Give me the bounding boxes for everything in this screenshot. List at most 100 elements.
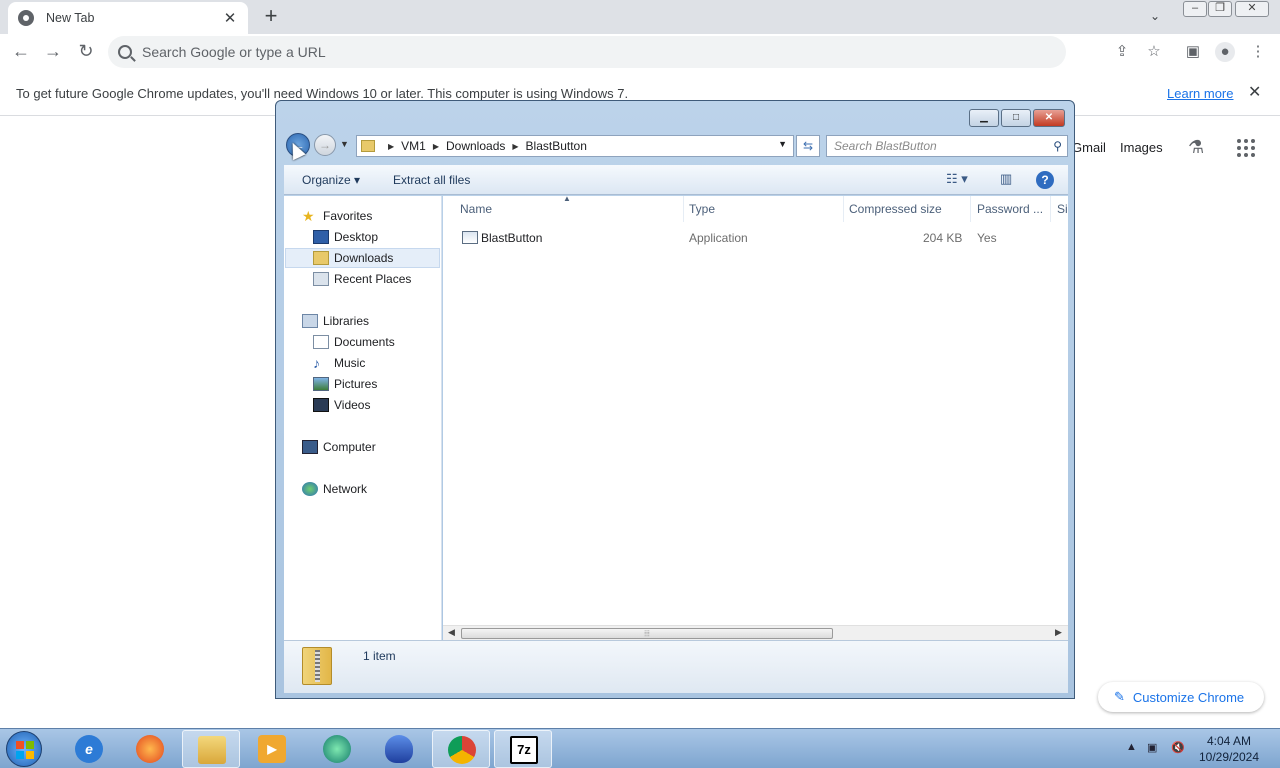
breadcrumb-vm1[interactable]: VM1 bbox=[401, 139, 426, 153]
help-icon[interactable]: ? bbox=[1036, 171, 1054, 189]
labs-flask-icon[interactable]: ⚗ bbox=[1188, 137, 1204, 158]
back-arrow-icon[interactable]: ← bbox=[10, 41, 32, 63]
taskbar-internet-explorer[interactable]: e bbox=[60, 730, 118, 768]
bookmark-star-icon[interactable]: ☆ bbox=[1144, 42, 1164, 62]
tab-close-button[interactable]: ✕ bbox=[222, 9, 238, 27]
music-icon: ♪ bbox=[313, 355, 320, 371]
column-divider[interactable] bbox=[970, 196, 971, 222]
gmail-link[interactable]: Gmail bbox=[1072, 140, 1106, 155]
pictures-icon bbox=[313, 377, 329, 391]
start-button[interactable] bbox=[6, 731, 42, 767]
address-bar[interactable]: ▶ VM1 ▶ Downloads ▶ BlastButton ▼ bbox=[356, 135, 794, 157]
google-apps-icon[interactable] bbox=[1237, 139, 1255, 157]
nav-music[interactable]: ♪ Music bbox=[313, 353, 365, 373]
network-icon bbox=[302, 482, 318, 496]
share-icon[interactable]: ⇪ bbox=[1112, 42, 1132, 62]
horizontal-scrollbar[interactable]: ◀ ⦙⦙⦙ ▶ bbox=[443, 625, 1068, 640]
scrollbar-thumb[interactable]: ⦙⦙⦙ bbox=[461, 628, 833, 639]
close-window-button[interactable]: ✕ bbox=[1235, 1, 1269, 17]
file-name[interactable]: BlastButton bbox=[481, 231, 542, 245]
column-header-compressed-size[interactable]: Compressed size bbox=[849, 202, 942, 216]
new-tab-button[interactable]: + bbox=[259, 5, 283, 29]
computer-icon bbox=[302, 440, 318, 454]
nav-desktop[interactable]: Desktop bbox=[313, 227, 378, 247]
taskbar: e ▶ 7z ▲ ▣ 🔇 4:04 AM 10/29/2024 bbox=[0, 728, 1280, 768]
breadcrumb-downloads[interactable]: Downloads bbox=[446, 139, 505, 153]
taskbar-app[interactable] bbox=[308, 730, 366, 768]
column-header-size[interactable]: Si bbox=[1057, 202, 1068, 216]
breadcrumb-arrow-icon[interactable]: ▶ bbox=[512, 142, 518, 151]
profile-avatar-icon[interactable]: ● bbox=[1215, 42, 1235, 62]
tab-new-tab[interactable]: New Tab ✕ bbox=[8, 2, 248, 34]
nav-libraries[interactable]: Libraries bbox=[302, 311, 369, 331]
column-header-name[interactable]: Name bbox=[460, 202, 492, 216]
nav-computer[interactable]: Computer bbox=[302, 437, 376, 457]
infobar-message: To get future Google Chrome updates, you… bbox=[16, 86, 629, 101]
libraries-icon bbox=[302, 314, 318, 328]
search-icon[interactable]: ⚲ bbox=[1053, 139, 1062, 153]
details-pane: 1 item bbox=[284, 640, 1068, 693]
restore-button[interactable]: ❐ bbox=[1208, 1, 1232, 17]
view-options-icon[interactable]: ☷ ▾ bbox=[946, 171, 968, 187]
scroll-right-arrow-icon[interactable]: ▶ bbox=[1055, 627, 1062, 638]
folder-icon bbox=[198, 736, 226, 764]
star-icon: ★ bbox=[302, 208, 315, 224]
column-divider[interactable] bbox=[1050, 196, 1051, 222]
side-panel-icon[interactable]: ▣ bbox=[1183, 42, 1203, 62]
reload-icon[interactable]: ↻ bbox=[75, 41, 97, 63]
column-header-type[interactable]: Type bbox=[689, 202, 715, 216]
column-divider[interactable] bbox=[843, 196, 844, 222]
explorer-forward-icon[interactable]: → bbox=[314, 134, 336, 156]
file-type: Application bbox=[689, 231, 748, 245]
scroll-left-arrow-icon[interactable]: ◀ bbox=[448, 627, 455, 638]
nav-favorites[interactable]: ★ Favorites bbox=[302, 206, 372, 226]
images-link[interactable]: Images bbox=[1120, 140, 1163, 155]
desktop-icon bbox=[313, 230, 329, 244]
documents-icon bbox=[313, 335, 329, 349]
tab-search-chevron-icon[interactable]: ⌄ bbox=[1150, 9, 1160, 23]
breadcrumb-blastbutton[interactable]: BlastButton bbox=[526, 139, 587, 153]
column-header-password[interactable]: Password ... bbox=[977, 202, 1043, 216]
preview-pane-icon[interactable]: ▥ bbox=[1000, 171, 1012, 187]
explorer-search-input[interactable]: Search BlastButton ⚲ bbox=[826, 135, 1068, 157]
breadcrumb-arrow-icon[interactable]: ▶ bbox=[388, 142, 394, 151]
nav-videos[interactable]: Videos bbox=[313, 395, 370, 415]
explorer-minimize-button[interactable]: ▁ bbox=[969, 109, 999, 127]
navigation-pane: ★ Favorites Desktop Downloads Recent Pla… bbox=[284, 196, 442, 640]
infobar-close-button[interactable]: ✕ bbox=[1248, 82, 1261, 102]
forward-arrow-icon[interactable]: → bbox=[42, 41, 64, 63]
learn-more-link[interactable]: Learn more bbox=[1167, 86, 1233, 101]
extract-all-button[interactable]: Extract all files bbox=[393, 173, 470, 187]
taskbar-firefox[interactable] bbox=[121, 730, 179, 768]
taskbar-7zip[interactable]: 7z bbox=[494, 730, 552, 768]
explorer-search-placeholder: Search BlastButton bbox=[834, 139, 937, 153]
clock[interactable]: 4:04 AM 10/29/2024 bbox=[1194, 733, 1264, 765]
taskbar-media-player[interactable]: ▶ bbox=[243, 730, 301, 768]
column-divider[interactable] bbox=[683, 196, 684, 222]
nav-network[interactable]: Network bbox=[302, 479, 367, 499]
customize-chrome-button[interactable]: ✎ Customize Chrome bbox=[1098, 682, 1264, 712]
nav-downloads[interactable]: Downloads bbox=[285, 248, 440, 268]
nav-recent-places[interactable]: Recent Places bbox=[313, 269, 411, 289]
volume-muted-icon[interactable]: 🔇 bbox=[1171, 741, 1185, 754]
taskbar-app[interactable] bbox=[370, 730, 428, 768]
explorer-maximize-button[interactable]: □ bbox=[1001, 109, 1031, 127]
browser-toolbar: ← → ↻ Search Google or type a URL ⇪ ☆ ▣ … bbox=[0, 34, 1280, 70]
taskbar-windows-explorer[interactable] bbox=[182, 730, 240, 768]
menu-kebab-icon[interactable]: ⋮ bbox=[1248, 42, 1268, 62]
refresh-icon[interactable]: ⇆ bbox=[796, 135, 820, 157]
breadcrumb-arrow-icon[interactable]: ▶ bbox=[433, 142, 439, 151]
explorer-close-button[interactable]: ✕ bbox=[1033, 109, 1065, 127]
show-hidden-icons-icon[interactable]: ▲ bbox=[1126, 741, 1137, 753]
minimize-button[interactable]: – bbox=[1183, 1, 1207, 17]
network-tray-icon[interactable]: ▣ bbox=[1147, 741, 1157, 754]
organize-button[interactable]: Organize ▾ bbox=[302, 173, 360, 187]
zip-folder-icon bbox=[361, 140, 375, 152]
omnibox[interactable]: Search Google or type a URL bbox=[108, 36, 1066, 68]
taskbar-chrome[interactable] bbox=[432, 730, 490, 768]
explorer-nav-bar: ← → ▼ ▶ VM1 ▶ Downloads ▶ BlastButton ▼ … bbox=[284, 133, 1068, 159]
nav-pictures[interactable]: Pictures bbox=[313, 374, 377, 394]
nav-documents[interactable]: Documents bbox=[313, 332, 395, 352]
recent-pages-chevron-icon[interactable]: ▼ bbox=[340, 139, 349, 149]
address-dropdown-icon[interactable]: ▼ bbox=[778, 139, 787, 149]
